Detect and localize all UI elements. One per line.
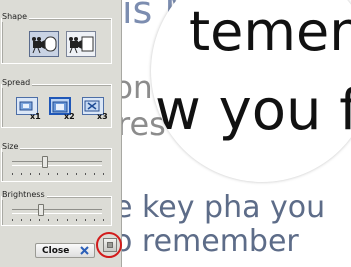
close-button-label: Close: [42, 245, 70, 256]
magnified-text: w you fe: [155, 78, 351, 143]
magnifier-settings-panel: Shape Spread x1 x2 x3 Size Brightness Cl…: [0, 0, 122, 267]
magnifier-lens[interactable]: temen w you fe: [151, 0, 351, 182]
brightness-slider-thumb[interactable]: [38, 204, 45, 216]
shape-circle-button[interactable]: [29, 31, 59, 57]
document-line-text: e key pha: [114, 190, 261, 225]
magnified-text: temen: [189, 0, 351, 63]
brightness-group-label: Brightness: [2, 190, 47, 200]
spread-group-label: Spread: [2, 78, 33, 88]
spread-x1-label: x1: [30, 112, 41, 121]
brightness-slider-ticks: [12, 219, 104, 223]
shape-group-label: Shape: [2, 12, 30, 22]
size-group-label: Size: [2, 142, 21, 152]
shape-group: Shape: [1, 12, 112, 64]
size-slider-thumb[interactable]: [42, 156, 49, 168]
camera-circle-icon: [32, 36, 57, 54]
document-line: e key pha you: [114, 190, 325, 225]
document-line: o remember: [114, 224, 299, 259]
shape-rect-button[interactable]: [66, 31, 96, 57]
size-group: Size: [1, 142, 112, 182]
spread-group: Spread x1 x2 x3: [1, 78, 112, 128]
brightness-group: Brightness: [1, 190, 112, 226]
size-slider-ticks: [12, 173, 104, 177]
spread-x3-icon: [84, 100, 100, 112]
spread-x2-label: x2: [64, 112, 75, 121]
spread-x3-label: x3: [97, 112, 108, 121]
close-button[interactable]: Close: [35, 243, 95, 258]
size-slider-track[interactable]: [12, 161, 102, 166]
brightness-slider-track[interactable]: [12, 209, 102, 214]
highlight-ring: [96, 232, 122, 258]
document-line-suffix: you: [270, 190, 326, 225]
camera-rect-icon: [69, 36, 94, 54]
close-icon: [80, 246, 89, 255]
spread-x1-icon: [19, 101, 33, 111]
